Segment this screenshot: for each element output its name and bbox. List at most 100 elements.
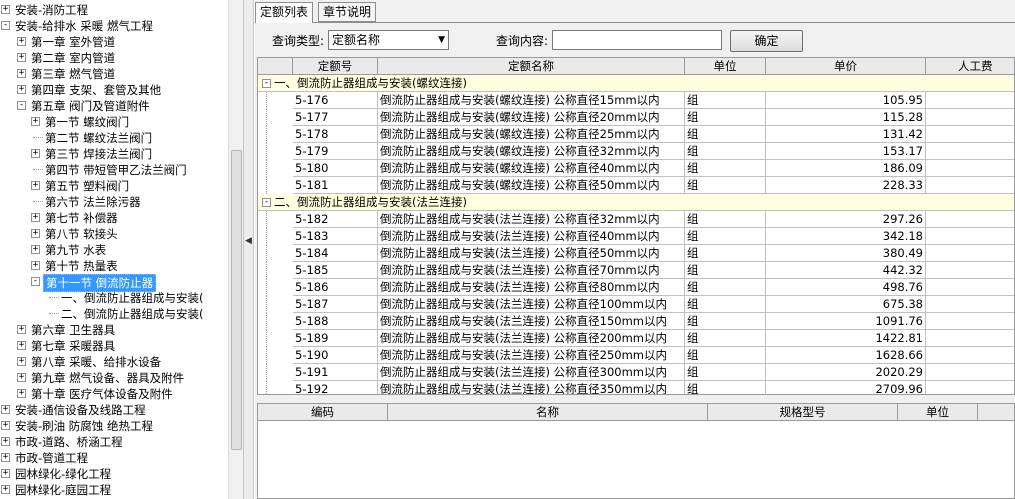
table-row[interactable]: 5-184 倒流防止器组成与安装(法兰连接) 公称直径50mm以内组 380.49 [258,245,1014,262]
tree-item-label: 第九章 燃气设备、器具及附件 [31,371,185,385]
cell-name: 倒流防止器组成与安装(法兰连接) 公称直径200mm以内 [378,330,685,347]
expand-icon[interactable]: + [1,5,10,14]
header-unit[interactable]: 单位 [685,58,766,75]
expand-icon[interactable]: + [31,229,40,238]
expand-icon[interactable]: + [31,245,40,254]
expand-icon[interactable]: + [17,85,26,94]
table-row[interactable]: 5-177 倒流防止器组成与安装(螺纹连接) 公称直径20mm以内组 115.28 [258,109,1014,126]
tree-item-label: 市政-道路、桥涵工程 [15,435,123,449]
expand-icon[interactable]: + [1,485,10,494]
table-row[interactable]: 5-191 倒流防止器组成与安装(法兰连接) 公称直径300mm以内组 2020.2… [258,364,1014,381]
header-code[interactable]: 定额号 [293,58,378,75]
expand-icon[interactable]: + [1,421,10,430]
expand-icon[interactable]: + [17,389,26,398]
expand-icon[interactable]: + [17,37,26,46]
tree-connector [266,143,267,160]
cell-name: 倒流防止器组成与安装(法兰连接) 公称直径100mm以内 [378,296,685,313]
quota-tree[interactable]: + 安装-消防工程 - 安装-给排水 采暖 燃气工程 + 第一章 室外管道 + 第二章 室内管… [0,0,228,499]
panel-splitter[interactable]: ◀ [243,0,254,499]
tree-item-label: 安装-消防工程 [15,3,89,17]
collapse-icon[interactable]: - [31,277,40,286]
tree-connector [266,211,267,228]
table-row[interactable]: 5-180 倒流防止器组成与安装(螺纹连接) 公称直径40mm以内组 186.09 [258,160,1014,177]
expand-icon[interactable]: + [31,117,40,126]
header-spec[interactable]: 规格型号 [708,404,898,421]
cell-code: 5-183 [293,228,378,245]
cell-unit: 组 [685,330,766,347]
cell-labor [926,262,1014,279]
expand-icon[interactable]: + [1,453,10,462]
expand-icon[interactable]: + [17,341,26,350]
confirm-button[interactable]: 确定 [730,30,803,52]
group-label: 一、倒流防止器组成与安装(螺纹连接) [274,76,467,90]
table-row[interactable]: 5-181 倒流防止器组成与安装(螺纹连接) 公称直径50mm以内组 228.33 [258,177,1014,194]
group-row[interactable]: - 二、倒流防止器组成与安装(法兰连接) [258,194,1014,211]
chevron-down-icon[interactable]: ▼ [438,31,445,49]
expand-icon[interactable]: + [1,405,10,414]
cell-labor [926,160,1014,177]
material-grid[interactable]: 编码 名称 规格型号 单位 [257,403,1015,499]
header-material-code[interactable]: 编码 [258,404,388,421]
collapse-icon[interactable]: - [262,198,271,207]
expand-icon[interactable]: + [17,69,26,78]
expand-icon[interactable]: + [31,149,40,158]
expand-icon[interactable]: + [1,469,10,478]
tree-item-label: 第七章 采暖器具 [31,339,116,353]
table-row[interactable]: 5-186 倒流防止器组成与安装(法兰连接) 公称直径80mm以内组 498.76 [258,279,1014,296]
expand-icon[interactable]: + [17,325,26,334]
tree-item-label: 园林绿化-庭园工程 [15,483,112,497]
tree-scrollbar[interactable] [228,0,243,499]
expand-icon[interactable]: + [17,53,26,62]
collapse-left-icon[interactable]: ◀ [245,236,252,246]
tab-chapter-notes[interactable]: 章节说明 [318,2,377,22]
cell-price: 115.28 [766,109,926,126]
query-type-label: 查询类型: [272,34,325,48]
expand-icon[interactable]: + [17,357,26,366]
cell-labor [926,177,1014,194]
table-row[interactable]: 5-179 倒流防止器组成与安装(螺纹连接) 公称直径32mm以内组 153.17 [258,143,1014,160]
cell-code: 5-181 [293,177,378,194]
tree-scrollbar-thumb[interactable] [231,150,242,450]
tree-connector [266,279,267,296]
group-row[interactable]: - 一、倒流防止器组成与安装(螺纹连接) [258,75,1014,92]
cell-labor [926,245,1014,262]
table-row[interactable]: 5-182 倒流防止器组成与安装(法兰连接) 公称直径32mm以内组 297.26 [258,211,1014,228]
table-row[interactable]: 5-185 倒流防止器组成与安装(法兰连接) 公称直径70mm以内组 442.32 [258,262,1014,279]
header-name[interactable]: 定额名称 [378,58,685,75]
cell-price: 153.17 [766,143,926,160]
expand-icon[interactable]: + [31,181,40,190]
header-material-name[interactable]: 名称 [388,404,708,421]
cell-price: 342.18 [766,228,926,245]
tree-connector [266,381,267,394]
table-row[interactable]: 5-190 倒流防止器组成与安装(法兰连接) 公称直径250mm以内组 1628.6… [258,347,1014,364]
cell-code: 5-176 [293,92,378,109]
header-labor[interactable]: 人工费 [926,58,1014,75]
expand-icon[interactable]: + [1,437,10,446]
collapse-icon[interactable]: - [17,101,26,110]
query-content-input[interactable] [552,30,722,50]
table-row[interactable]: 5-176 倒流防止器组成与安装(螺纹连接) 公称直径15mm以内组 105.95 [258,92,1014,109]
table-row[interactable]: 5-189 倒流防止器组成与安装(法兰连接) 公称直径200mm以内组 1422.8… [258,330,1014,347]
cell-name: 倒流防止器组成与安装(法兰连接) 公称直径70mm以内 [378,262,685,279]
query-type-select[interactable]: 定额名称 ▼ [328,30,449,50]
table-row[interactable]: 5-178 倒流防止器组成与安装(螺纹连接) 公称直径25mm以内组 131.42 [258,126,1014,143]
header-price[interactable]: 单价 [766,58,926,75]
expand-icon[interactable]: + [31,261,40,270]
collapse-icon[interactable]: - [1,21,10,30]
expand-icon[interactable]: + [17,373,26,382]
expand-icon[interactable]: + [31,213,40,222]
cell-code: 5-190 [293,347,378,364]
tree-item-label: 一、倒流防止器组成与安装( [61,291,204,305]
table-row[interactable]: 5-188 倒流防止器组成与安装(法兰连接) 公称直径150mm以内组 1091.7… [258,313,1014,330]
quota-grid[interactable]: 定额号 定额名称 单位 单价 人工费 - 一、倒流防止器组成与安装(螺纹连接) 5-… [257,57,1015,395]
cell-code: 5-189 [293,330,378,347]
collapse-icon[interactable]: - [262,79,271,88]
cell-unit: 组 [685,245,766,262]
table-row[interactable]: 5-192 倒流防止器组成与安装(法兰连接) 公称直径350mm以内组 2709.9… [258,381,1014,394]
table-row[interactable]: 5-183 倒流防止器组成与安装(法兰连接) 公称直径40mm以内组 342.18 [258,228,1014,245]
tab-quota-list[interactable]: 定额列表 [255,2,314,23]
cell-unit: 组 [685,109,766,126]
header-material-unit[interactable]: 单位 [898,404,978,421]
table-row[interactable]: 5-187 倒流防止器组成与安装(法兰连接) 公称直径100mm以内组 675.38 [258,296,1014,313]
cell-name: 倒流防止器组成与安装(法兰连接) 公称直径150mm以内 [378,313,685,330]
